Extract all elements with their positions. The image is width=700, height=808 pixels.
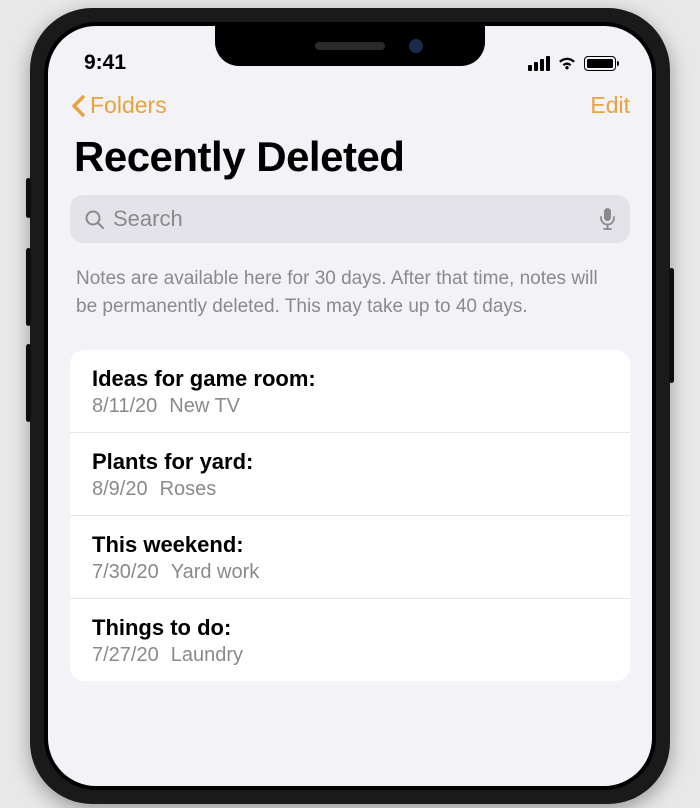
note-date: 8/9/20 <box>92 478 148 501</box>
note-title: Ideas for game room: <box>92 366 608 392</box>
dictation-icon[interactable] <box>599 207 616 231</box>
edit-button[interactable]: Edit <box>590 92 630 119</box>
battery-icon <box>584 56 616 71</box>
note-preview: Roses <box>160 478 217 501</box>
volume-down-button <box>26 344 31 422</box>
screen: 9:41 Folders Ed <box>48 26 652 786</box>
note-preview: Yard work <box>171 561 260 584</box>
phone-frame: 9:41 Folders Ed <box>30 8 670 804</box>
page-title: Recently Deleted <box>48 125 652 195</box>
note-title: This weekend: <box>92 532 608 558</box>
note-preview: Laundry <box>171 644 243 667</box>
note-title: Plants for yard: <box>92 449 608 475</box>
note-date: 7/27/20 <box>92 644 159 667</box>
note-date: 8/11/20 <box>92 395 157 418</box>
list-item[interactable]: Plants for yard: 8/9/20 Roses <box>70 432 630 515</box>
list-item[interactable]: This weekend: 7/30/20 Yard work <box>70 515 630 598</box>
volume-up-button <box>26 248 31 326</box>
list-item[interactable]: Ideas for game room: 8/11/20 New TV <box>70 350 630 432</box>
back-label: Folders <box>90 92 167 119</box>
list-item[interactable]: Things to do: 7/27/20 Laundry <box>70 598 630 681</box>
note-date: 7/30/20 <box>92 561 159 584</box>
search-placeholder: Search <box>113 206 591 232</box>
nav-bar: Folders Edit <box>48 82 652 125</box>
notes-list: Ideas for game room: 8/11/20 New TV Plan… <box>70 350 630 681</box>
notch <box>215 26 485 66</box>
back-button[interactable]: Folders <box>70 92 167 119</box>
cellular-icon <box>528 56 550 71</box>
silent-switch <box>26 178 31 218</box>
search-input[interactable]: Search <box>70 195 630 243</box>
power-button <box>669 268 674 383</box>
note-title: Things to do: <box>92 615 608 641</box>
search-icon <box>84 209 105 230</box>
wifi-icon <box>556 55 578 71</box>
note-preview: New TV <box>169 395 240 418</box>
chevron-left-icon <box>70 94 86 118</box>
retention-info: Notes are available here for 30 days. Af… <box>48 243 652 350</box>
